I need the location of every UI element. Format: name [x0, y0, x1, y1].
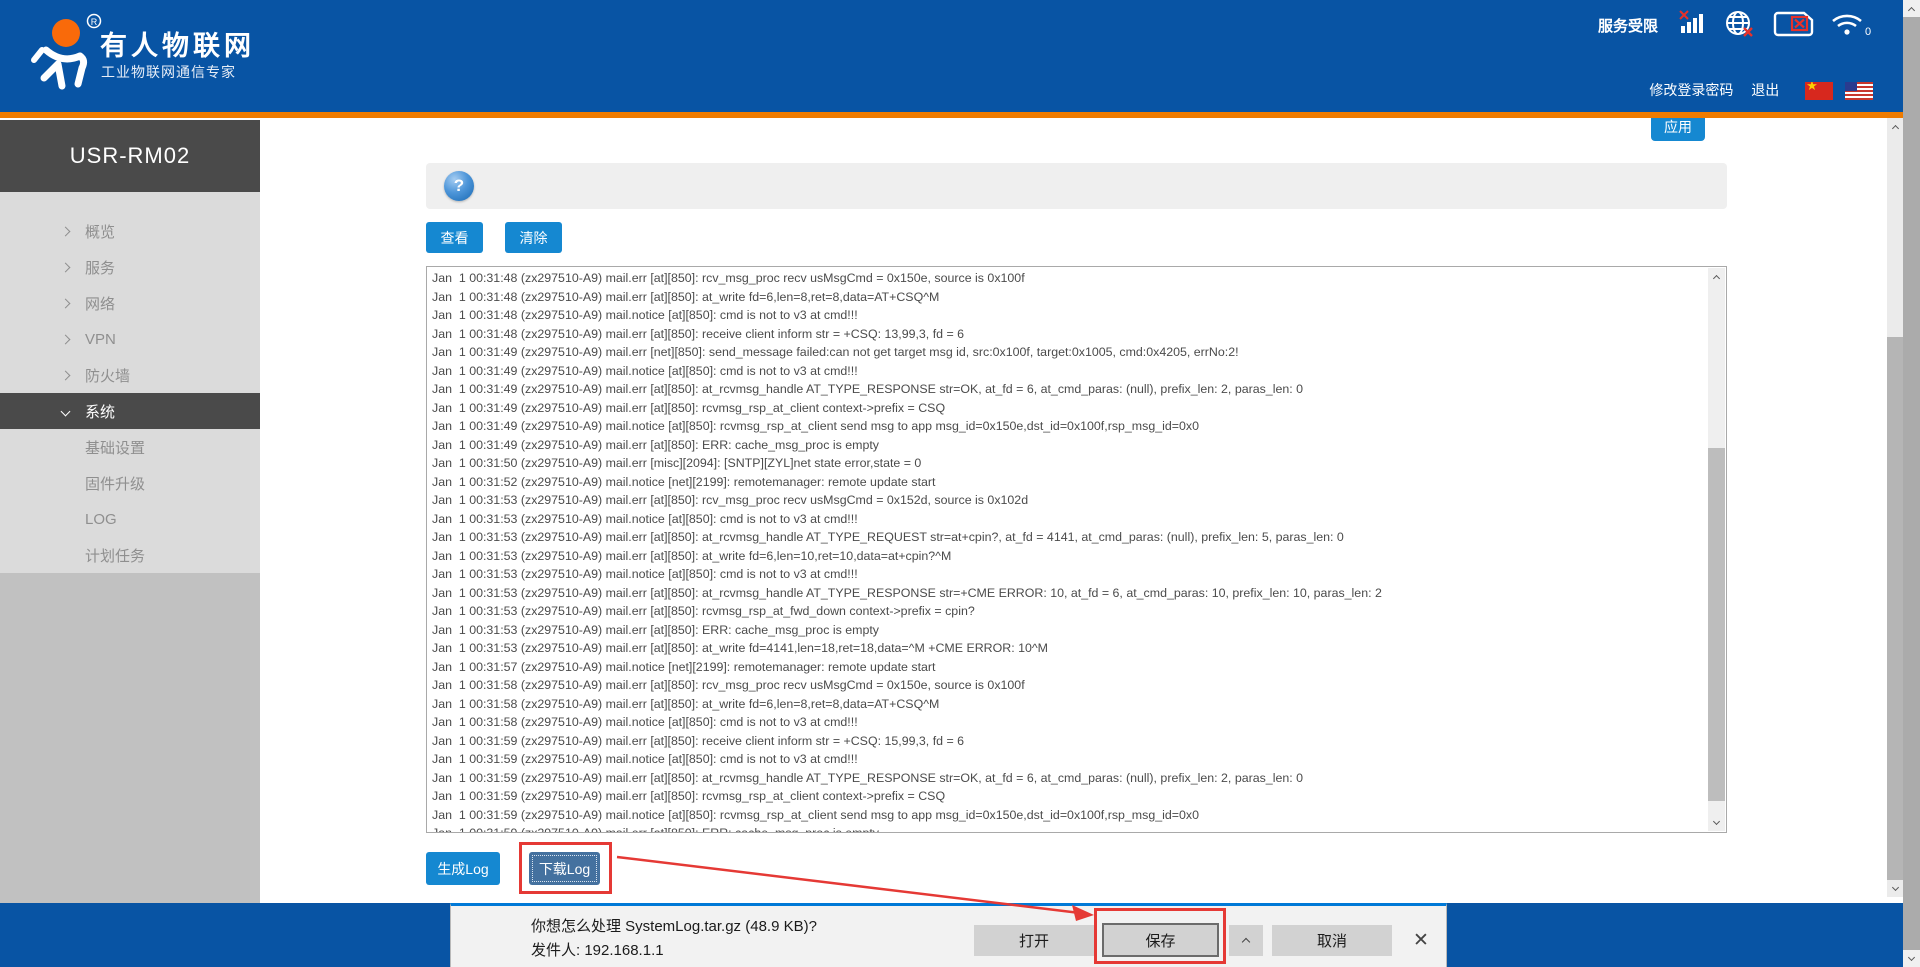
- close-icon[interactable]: ✕: [1403, 923, 1439, 957]
- sidebar-item-网络[interactable]: 网络: [0, 285, 260, 321]
- scroll-up-icon[interactable]: [1887, 118, 1903, 135]
- signal-strength-icon: [1677, 10, 1707, 41]
- page-scrollbar[interactable]: [1887, 118, 1903, 897]
- open-button[interactable]: 打开: [974, 925, 1094, 956]
- sidebar-filler: [0, 573, 260, 903]
- sidebar-item-VPN[interactable]: VPN: [0, 321, 260, 357]
- sidebar-item-label: 概览: [85, 221, 115, 242]
- log-scrollbar[interactable]: [1708, 268, 1725, 831]
- sidebar-item-概览[interactable]: 概览: [0, 213, 260, 249]
- sidebar-item-label: VPN: [85, 331, 116, 348]
- scroll-down-icon[interactable]: [1903, 950, 1920, 967]
- chevron-right-icon: [61, 226, 71, 236]
- globe-icon: [1723, 10, 1755, 43]
- log-content: Jan 1 00:31:48 (zx297510-A9) mail.err [a…: [432, 269, 1704, 832]
- download-notification-bar: 你想怎么处理 SystemLog.tar.gz (48.9 KB)? 发件人: …: [450, 903, 1447, 967]
- download-log-button[interactable]: 下载Log: [529, 852, 600, 885]
- sidebar-item-label: 服务: [85, 257, 115, 278]
- page-scrollbar-thumb[interactable]: [1887, 337, 1903, 880]
- accent-divider: [0, 112, 1903, 118]
- wifi-count-badge: 0: [1865, 26, 1871, 38]
- help-icon[interactable]: ?: [444, 171, 474, 201]
- clear-log-button[interactable]: 清除: [505, 222, 562, 253]
- chevron-right-icon: [61, 334, 71, 344]
- sidebar-item-label: 网络: [85, 293, 115, 314]
- help-panel: ?: [426, 163, 1727, 209]
- service-status-label: 服务受限: [1598, 15, 1658, 36]
- log-scrollbar-thumb[interactable]: [1708, 448, 1725, 801]
- browser-scrollbar-thumb[interactable]: [1903, 17, 1920, 950]
- sidebar-subitem-LOG[interactable]: LOG: [85, 501, 260, 537]
- sidebar-subitem-计划任务[interactable]: 计划任务: [85, 537, 260, 573]
- app-header: R 有人物联网 工业物联网通信专家 服务受限: [0, 0, 1903, 112]
- chevron-right-icon: [61, 298, 71, 308]
- scroll-up-icon[interactable]: [1903, 0, 1920, 17]
- browser-scrollbar[interactable]: [1903, 0, 1920, 967]
- download-sender: 发件人: 192.168.1.1: [531, 939, 664, 960]
- sidebar-subitem-基础设置[interactable]: 基础设置: [85, 429, 260, 465]
- change-password-link[interactable]: 修改登录密码: [1649, 82, 1733, 98]
- brand-title: 有人物联网: [100, 24, 255, 63]
- cancel-button[interactable]: 取消: [1272, 925, 1392, 956]
- scroll-down-icon[interactable]: [1887, 880, 1903, 897]
- view-log-button[interactable]: 查看: [426, 222, 483, 253]
- sidebar-item-系统[interactable]: 系统: [0, 393, 260, 429]
- sim-card-icon: [1772, 10, 1818, 43]
- svg-text:R: R: [91, 17, 98, 27]
- chevron-right-icon: [61, 262, 71, 272]
- generate-log-button[interactable]: 生成Log: [426, 852, 500, 885]
- flag-china-icon[interactable]: ★: [1805, 82, 1833, 100]
- sidebar-item-label: 防火墙: [85, 365, 130, 386]
- save-options-chevron-button[interactable]: [1229, 925, 1263, 956]
- person-logo-icon: R: [18, 6, 113, 106]
- flag-us-icon[interactable]: [1845, 82, 1873, 100]
- brand-tagline: 工业物联网通信专家: [101, 62, 236, 82]
- log-textarea[interactable]: Jan 1 00:31:48 (zx297510-A9) mail.err [a…: [426, 266, 1727, 833]
- save-button[interactable]: 保存: [1102, 923, 1219, 957]
- device-name: USR-RM02: [0, 120, 260, 192]
- logout-link[interactable]: 退出: [1751, 82, 1779, 98]
- download-message: 你想怎么处理 SystemLog.tar.gz (48.9 KB)?: [531, 915, 817, 936]
- chevron-right-icon: [61, 370, 71, 380]
- scroll-down-icon[interactable]: [1708, 814, 1725, 831]
- sidebar-item-label: 系统: [85, 401, 115, 422]
- scroll-up-icon[interactable]: [1708, 268, 1725, 285]
- chevron-down-icon: [61, 406, 71, 416]
- sidebar-item-防火墙[interactable]: 防火墙: [0, 357, 260, 393]
- sidebar-subitem-固件升级[interactable]: 固件升级: [85, 465, 260, 501]
- wifi-icon: 0: [1829, 10, 1871, 43]
- sidebar-item-服务[interactable]: 服务: [0, 249, 260, 285]
